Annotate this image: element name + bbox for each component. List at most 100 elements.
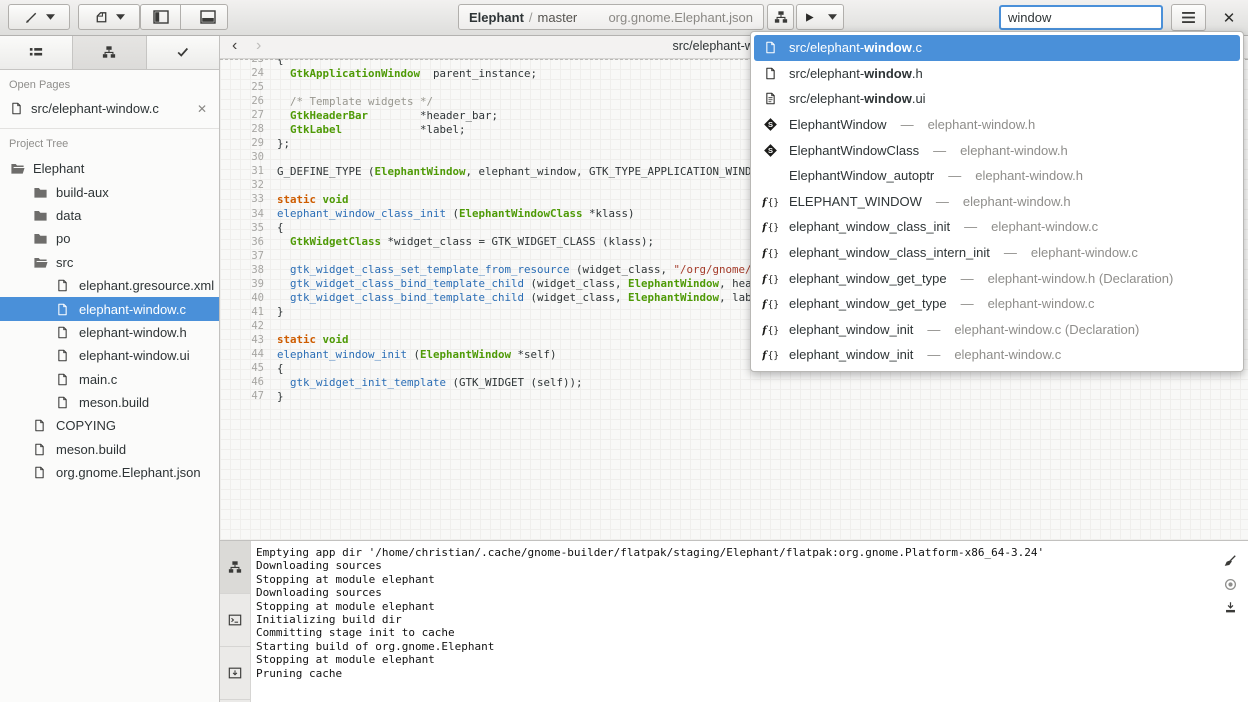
func-icon: f{}: [762, 322, 779, 337]
code-text: {: [277, 221, 284, 234]
search-result-row[interactable]: f{}ELEPHANT_WINDOW—elephant-window.h: [754, 189, 1240, 215]
search-result-row[interactable]: f{}elephant_window_get_type—elephant-win…: [754, 291, 1240, 317]
save-log-button[interactable]: [1224, 596, 1237, 619]
result-title: elephant_window_class_init: [789, 219, 950, 234]
search-result-row[interactable]: SElephantWindowClass—elephant-window.h: [754, 137, 1240, 163]
line-number: 29: [220, 137, 277, 149]
close-page-icon[interactable]: ✕: [195, 102, 209, 116]
tree-row[interactable]: src: [0, 251, 219, 274]
result-title: ElephantWindow: [789, 117, 887, 132]
code-text: elephant_window_init (ElephantWindow *se…: [277, 348, 557, 361]
tree-row[interactable]: po: [0, 227, 219, 250]
code-text: {: [277, 362, 284, 375]
file-icon: [762, 41, 779, 54]
tree-row[interactable]: data: [0, 204, 219, 227]
tree-row[interactable]: meson.build: [0, 438, 219, 461]
folder-icon: [33, 208, 48, 223]
dash-separator: —: [961, 296, 974, 311]
file-icon: [56, 279, 71, 292]
result-location: elephant-window.h: [963, 194, 1071, 209]
run-options-button[interactable]: [822, 4, 844, 30]
tree-row[interactable]: elephant.gresource.xml: [0, 274, 219, 297]
tree-row[interactable]: build-aux: [0, 180, 219, 203]
build-output-tab[interactable]: [220, 541, 250, 594]
terminal-tab[interactable]: [220, 594, 250, 647]
clear-log-button[interactable]: [1223, 549, 1237, 573]
line-number: 41: [220, 306, 277, 318]
tree-row[interactable]: main.c: [0, 368, 219, 391]
svg-text:S: S: [768, 120, 773, 129]
tree-row-label: data: [56, 208, 81, 223]
sidebar-tab-todo[interactable]: [147, 35, 219, 69]
folder-icon: [33, 185, 48, 200]
search-result-row[interactable]: src/elephant-window.h: [754, 61, 1240, 87]
struct-icon: S: [762, 143, 779, 158]
tree-row-label: COPYING: [56, 418, 116, 433]
tree-row[interactable]: meson.build: [0, 391, 219, 414]
search-result-row[interactable]: src/elephant-window.ui: [754, 86, 1240, 112]
list-icon: [29, 45, 43, 59]
run-button[interactable]: [796, 4, 823, 30]
tree-row[interactable]: elephant-window.h: [0, 321, 219, 344]
toggle-left-panel-button[interactable]: [141, 5, 181, 29]
toggle-bottom-panel-button[interactable]: [188, 5, 227, 29]
record-icon[interactable]: [1224, 573, 1237, 596]
global-search-input[interactable]: [999, 5, 1163, 30]
dash-separator: —: [964, 219, 977, 234]
tree-row-label: Elephant: [33, 161, 84, 176]
code-text: };: [277, 137, 290, 150]
result-title: src/elephant-window.c: [789, 40, 922, 55]
window-close-button[interactable]: ✕: [1214, 4, 1244, 31]
file-icon: [10, 102, 23, 115]
build-pipeline-icon: [774, 10, 788, 24]
search-result-row[interactable]: f{}elephant_window_init—elephant-window.…: [754, 342, 1240, 368]
sidebar-tab-build[interactable]: [73, 35, 146, 69]
tree-row[interactable]: org.gnome.Elephant.json: [0, 461, 219, 484]
code-text: elephant_window_class_init (ElephantWind…: [277, 207, 635, 220]
code-text: GtkLabel *label;: [277, 123, 466, 136]
open-page-label: src/elephant-window.c: [31, 101, 187, 116]
sidebar-tab-pages[interactable]: [0, 35, 73, 69]
line-number: 27: [220, 109, 277, 121]
build-button[interactable]: [767, 4, 794, 30]
pen-icon: [24, 10, 39, 25]
search-result-row[interactable]: ElephantWindow_autoptr—elephant-window.h: [754, 163, 1240, 189]
project-breadcrumb-button[interactable]: Elephant / master org.gnome.Elephant.jso…: [458, 4, 764, 30]
folder-open-icon: [10, 161, 25, 176]
tree-row-label: org.gnome.Elephant.json: [56, 465, 201, 480]
result-title: elephant_window_class_intern_init: [789, 245, 990, 260]
result-location: elephant-window.c (Declaration): [954, 322, 1139, 337]
search-result-row[interactable]: src/elephant-window.c: [754, 35, 1240, 61]
tree-row[interactable]: COPYING: [0, 414, 219, 437]
line-number: 44: [220, 348, 277, 360]
dash-separator: —: [933, 143, 946, 158]
dash-separator: —: [948, 168, 961, 183]
perspective-switcher-button[interactable]: [8, 4, 70, 30]
file-text-icon: [762, 92, 779, 105]
file-icon: [56, 326, 71, 339]
result-title: ELEPHANT_WINDOW: [789, 194, 922, 209]
search-result-row[interactable]: f{}elephant_window_get_type—elephant-win…: [754, 265, 1240, 291]
open-page-item[interactable]: src/elephant-window.c ✕: [0, 96, 219, 121]
struct-icon: S: [762, 117, 779, 132]
line-number: 26: [220, 95, 277, 107]
search-result-row[interactable]: f{}elephant_window_init—elephant-window.…: [754, 317, 1240, 343]
panel-toggle-group: [140, 4, 228, 30]
menu-button[interactable]: [1171, 4, 1206, 31]
search-result-row[interactable]: f{}elephant_window_class_init—elephant-w…: [754, 214, 1240, 240]
svg-text:{}: {}: [768, 248, 779, 259]
tree-row-label: elephant-window.h: [79, 325, 187, 340]
search-result-row[interactable]: SElephantWindow—elephant-window.h: [754, 112, 1240, 138]
open-pages-label: Open Pages: [0, 70, 219, 96]
svg-text:{}: {}: [768, 351, 779, 362]
line-number: 45: [220, 362, 277, 374]
bottom-panel-tab-strip: [220, 541, 251, 702]
tree-row[interactable]: elephant-window.c: [0, 297, 219, 320]
tree-row[interactable]: Elephant: [0, 157, 219, 180]
build-profile-button[interactable]: [78, 4, 140, 30]
tree-row[interactable]: elephant-window.ui: [0, 344, 219, 367]
func-icon: f{}: [762, 219, 779, 234]
search-result-row[interactable]: f{}elephant_window_class_intern_init—ele…: [754, 240, 1240, 266]
line-number: 34: [220, 208, 277, 220]
runtime-terminal-tab[interactable]: [220, 647, 250, 700]
